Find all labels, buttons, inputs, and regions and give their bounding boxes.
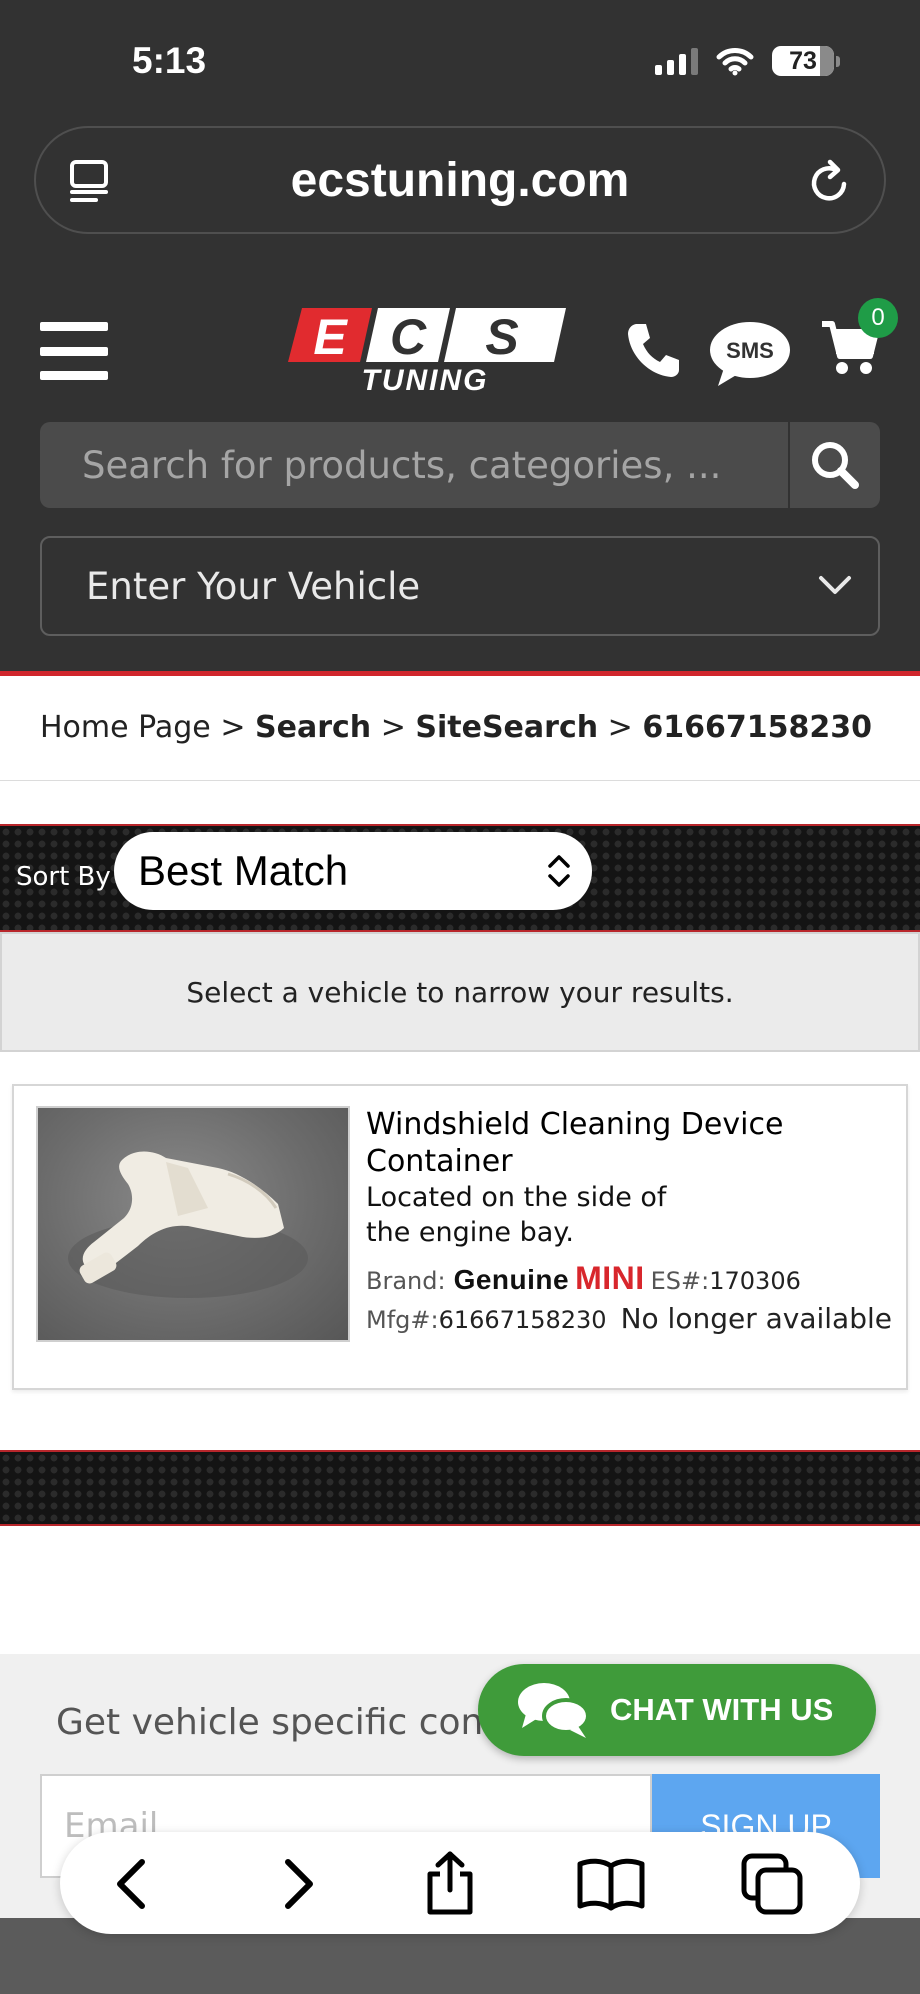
availability-status: No longer available xyxy=(620,1302,892,1335)
sort-value: Best Match xyxy=(138,847,349,894)
chat-with-us-button[interactable]: CHAT WITH US xyxy=(478,1664,876,1756)
chat-label: CHAT WITH US xyxy=(610,1692,834,1727)
es-label: ES#: xyxy=(650,1267,710,1295)
chevron-down-icon xyxy=(819,576,851,594)
product-mfg-row: Mfg#: 61667158230 No longer available xyxy=(366,1302,892,1335)
forward-icon[interactable] xyxy=(272,1856,322,1912)
ecs-tuning-logo[interactable]: E C S TUNING xyxy=(280,304,570,396)
brand-genuine: Genuine xyxy=(453,1264,570,1295)
divider xyxy=(0,780,920,781)
vehicle-notice: Select a vehicle to narrow your results. xyxy=(0,932,920,1052)
phone-icon[interactable] xyxy=(624,320,682,380)
mfg-label: Mfg#: xyxy=(366,1306,439,1334)
brand-logo: Genuine MINI xyxy=(454,1260,645,1297)
wifi-icon xyxy=(716,48,754,76)
product-title[interactable]: Windshield Cleaning Device Container xyxy=(366,1106,886,1180)
cart-count-badge: 0 xyxy=(858,298,898,338)
svg-text:E: E xyxy=(313,309,348,365)
sort-select[interactable]: Best Match xyxy=(114,832,592,910)
results-footer-bar xyxy=(0,1450,920,1526)
vehicle-selector-label: Enter Your Vehicle xyxy=(86,564,421,608)
address-bar[interactable]: ecstuning.com xyxy=(34,126,886,234)
vehicle-selector[interactable]: Enter Your Vehicle xyxy=(40,536,880,636)
brand-name: MINI xyxy=(575,1260,645,1296)
hamburger-menu-icon[interactable] xyxy=(40,322,108,380)
product-card[interactable]: Windshield Cleaning Device Container Loc… xyxy=(12,1084,908,1390)
breadcrumb-sitesearch[interactable]: SiteSearch xyxy=(415,710,598,745)
breadcrumb-separator: > xyxy=(380,710,416,745)
sort-label: Sort By xyxy=(16,862,111,892)
breadcrumb-separator: > xyxy=(220,710,255,745)
status-icons: 73 xyxy=(655,46,840,76)
washer-reservoir-illustration xyxy=(68,1151,308,1298)
sort-bar: Sort By Best Match xyxy=(0,824,920,932)
back-icon[interactable] xyxy=(108,1856,158,1912)
cellular-signal-icon xyxy=(655,47,698,75)
svg-text:TUNING: TUNING xyxy=(362,364,489,396)
product-brand-row: Brand: Genuine MINI ES#: 170306 xyxy=(366,1260,801,1297)
tabs-icon[interactable] xyxy=(740,1852,806,1916)
svg-text:S: S xyxy=(485,309,518,365)
breadcrumb-home[interactable]: Home Page xyxy=(40,710,211,745)
select-arrows-icon xyxy=(548,855,570,887)
chat-bubbles-icon xyxy=(518,1683,590,1738)
bookmarks-icon[interactable] xyxy=(576,1856,646,1912)
newsletter-title: Get vehicle specific cont xyxy=(56,1702,498,1743)
breadcrumb: Home Page > Search > SiteSearch > 616671… xyxy=(40,710,872,745)
share-icon[interactable] xyxy=(422,1850,478,1916)
search-icon xyxy=(812,442,859,489)
search-placeholder: Search for products, categories, ... xyxy=(82,443,722,487)
battery-icon: 73 xyxy=(772,46,840,76)
site-header: 5:13 73 ecstuning.com E C S TUNING SMS 0… xyxy=(0,0,920,676)
sms-label: SMS xyxy=(726,338,774,363)
sms-icon[interactable]: SMS xyxy=(708,320,792,390)
brand-label: Brand: xyxy=(366,1267,446,1295)
product-description: Located on the side of the engine bay. xyxy=(366,1182,667,1248)
battery-level: 73 xyxy=(789,46,817,75)
url-text: ecstuning.com xyxy=(290,153,630,207)
search-input[interactable]: Search for products, categories, ... xyxy=(40,422,788,508)
es-value: 170306 xyxy=(709,1267,801,1295)
reader-mode-icon[interactable] xyxy=(68,160,110,204)
search-button[interactable] xyxy=(790,422,880,508)
mfg-value: 61667158230 xyxy=(438,1306,607,1334)
svg-text:C: C xyxy=(390,309,427,365)
breadcrumb-current: 61667158230 xyxy=(642,710,872,745)
reload-icon[interactable] xyxy=(806,156,854,208)
breadcrumb-search[interactable]: Search xyxy=(255,710,371,745)
product-image[interactable] xyxy=(36,1106,350,1342)
breadcrumb-separator: > xyxy=(607,710,643,745)
browser-toolbar xyxy=(60,1832,860,1934)
status-time: 5:13 xyxy=(132,40,207,81)
